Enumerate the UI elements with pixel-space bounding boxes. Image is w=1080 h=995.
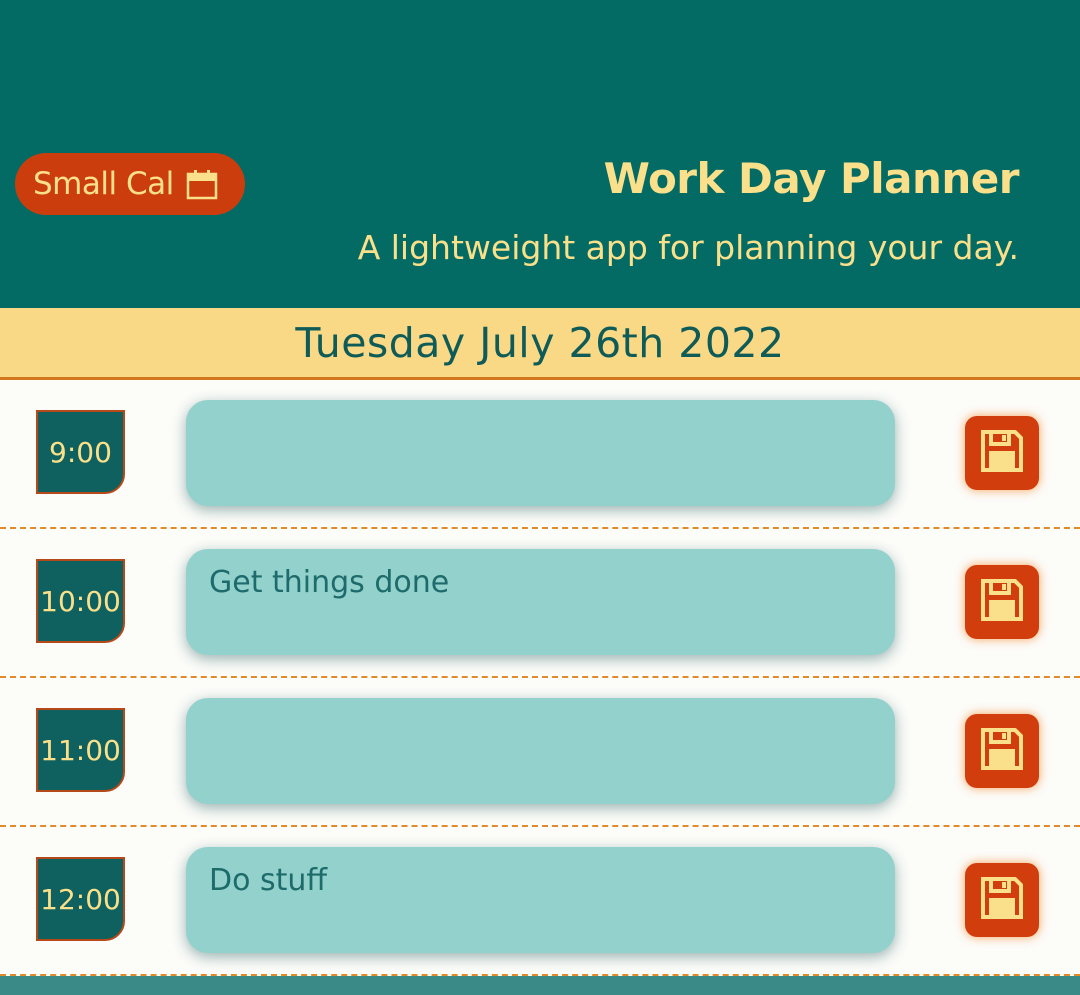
next-row-strip — [0, 976, 1080, 995]
save-button[interactable] — [965, 565, 1039, 639]
time-block-row: 12:00 Do stuff — [0, 827, 1080, 976]
hour-label: 11:00 — [36, 708, 125, 792]
small-cal-label: Small Cal — [33, 166, 174, 202]
page-subtitle: A lightweight app for planning your day. — [357, 228, 1019, 267]
event-input[interactable] — [186, 698, 895, 804]
floppy-disk-save-icon — [977, 575, 1027, 629]
floppy-disk-save-icon — [977, 873, 1027, 927]
app-header: Small Cal Work Day Planner A lightweight… — [0, 0, 1080, 308]
hour-label: 9:00 — [36, 410, 125, 494]
event-input[interactable]: Get things done — [186, 549, 895, 655]
time-block-row: 11:00 — [0, 678, 1080, 827]
save-button[interactable] — [965, 714, 1039, 788]
time-block-row: 10:00 Get things done — [0, 529, 1080, 678]
small-cal-button[interactable]: Small Cal — [15, 153, 245, 215]
event-input[interactable]: Do stuff — [186, 847, 895, 953]
hour-label: 12:00 — [36, 857, 125, 941]
save-button[interactable] — [965, 416, 1039, 490]
time-block-list: 9:00 10:00 Get things done 11:00 12:00 D… — [0, 380, 1080, 976]
hour-label: 10:00 — [36, 559, 125, 643]
event-input[interactable] — [186, 400, 895, 506]
floppy-disk-save-icon — [977, 724, 1027, 778]
save-button[interactable] — [965, 863, 1039, 937]
page-title: Work Day Planner — [603, 154, 1020, 203]
calendar-icon — [186, 168, 218, 200]
current-date: Tuesday July 26th 2022 — [0, 308, 1080, 380]
time-block-row: 9:00 — [0, 380, 1080, 529]
floppy-disk-save-icon — [977, 426, 1027, 480]
